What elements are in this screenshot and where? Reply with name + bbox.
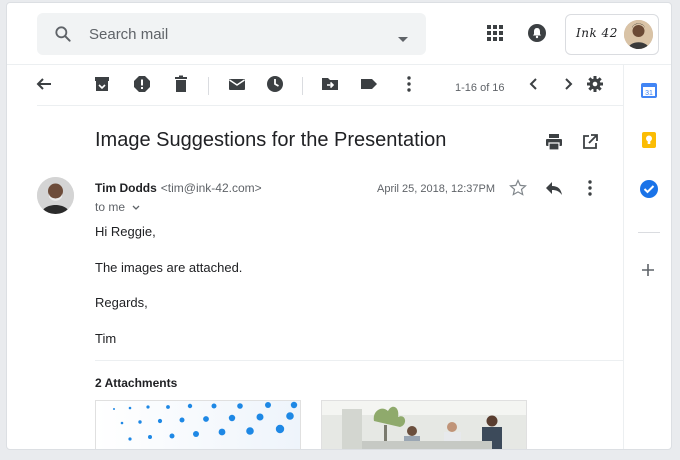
toolbar-divider (302, 77, 303, 95)
tasks-icon[interactable] (639, 179, 659, 204)
label-icon[interactable] (360, 75, 380, 95)
message-date: April 25, 2018, 12:37PM (377, 183, 496, 195)
brand-logo: Ink 42 (576, 26, 618, 40)
recipients-label: to me (95, 200, 126, 214)
pagination-count: 1-16 of 16 (455, 82, 505, 94)
attachments-divider (95, 360, 623, 361)
calendar-icon[interactable]: 31 (640, 81, 658, 104)
body-line: The images are attached. (95, 260, 243, 275)
archive-icon[interactable] (93, 75, 113, 95)
gmail-window: Search mail Ink 42 1-16 of 16 31 Image S… (6, 2, 672, 450)
star-icon[interactable] (509, 179, 527, 202)
body-line: Hi Reggie, (95, 224, 156, 239)
attachment-thumbnail[interactable] (321, 400, 527, 449)
user-avatar[interactable] (624, 20, 653, 49)
expand-details-icon[interactable] (132, 200, 140, 214)
sender-avatar[interactable] (37, 177, 74, 214)
toolbar-divider-line (37, 105, 623, 106)
side-panel: 31 (623, 65, 671, 449)
mark-unread-icon[interactable] (228, 75, 248, 95)
toolbar-divider (208, 77, 209, 95)
sender-name: Tim Dodds (95, 181, 157, 195)
message-toolbar: 1-16 of 16 (7, 65, 623, 105)
delete-icon[interactable] (172, 75, 192, 95)
search-options-icon[interactable] (398, 30, 408, 48)
attachment-thumbnail[interactable] (95, 400, 301, 449)
rail-divider (638, 232, 660, 233)
report-spam-icon[interactable] (133, 75, 153, 95)
keep-icon[interactable] (640, 131, 658, 154)
settings-gear-icon[interactable] (586, 75, 606, 95)
apps-grid-icon[interactable] (487, 25, 503, 46)
notifications-icon[interactable] (527, 23, 547, 48)
search-bar[interactable]: Search mail (37, 13, 426, 55)
reply-icon[interactable] (545, 180, 563, 201)
svg-text:31: 31 (645, 90, 653, 97)
newer-chevron-icon[interactable] (525, 75, 545, 95)
more-vert-icon[interactable] (400, 75, 420, 95)
move-to-icon[interactable] (321, 75, 341, 95)
search-icon[interactable] (53, 24, 73, 49)
sender-email: <tim@ink-42.com> (160, 181, 262, 195)
open-new-window-icon[interactable] (581, 133, 599, 156)
account-switcher[interactable]: Ink 42 (565, 14, 659, 55)
sender-line: Tim Dodds <tim@ink-42.com> (95, 181, 262, 195)
body-line: Tim (95, 331, 117, 346)
add-addon-icon[interactable] (641, 263, 655, 282)
body-line: Regards, (95, 295, 148, 310)
print-icon[interactable] (545, 133, 563, 156)
message-more-icon[interactable] (581, 179, 599, 202)
search-input[interactable]: Search mail (89, 26, 168, 43)
attachments-heading: 2 Attachments (95, 376, 178, 390)
back-arrow-icon[interactable] (35, 75, 55, 95)
snooze-clock-icon[interactable] (266, 75, 286, 95)
older-chevron-icon[interactable] (559, 75, 579, 95)
message-subject: Image Suggestions for the Presentation (95, 129, 447, 151)
recipients-toggle[interactable]: to me (95, 200, 140, 214)
